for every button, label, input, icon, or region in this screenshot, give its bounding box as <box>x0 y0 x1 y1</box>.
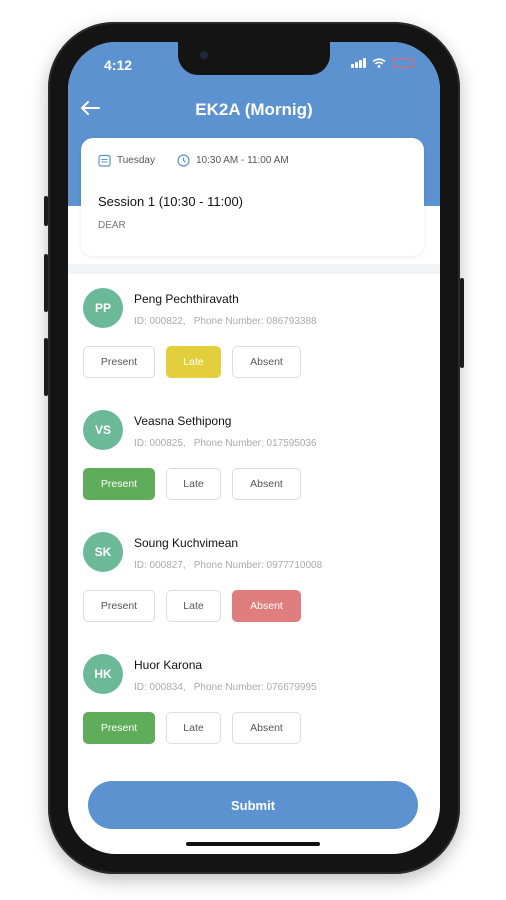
student-row: PP Peng Pechthiravath ID: 000822, Phone N… <box>68 274 440 397</box>
late-button[interactable]: Late <box>166 590 221 622</box>
calendar-icon <box>98 154 111 167</box>
camera-dot <box>200 51 208 59</box>
student-detail: ID: 000827, Phone Number: 0977710008 <box>134 560 322 571</box>
status-time: 4:12 <box>104 57 133 73</box>
student-detail: ID: 000834, Phone Number: 076679995 <box>134 682 317 693</box>
clock-icon <box>177 154 190 167</box>
screen: 4:12 EK2A (Mornig) Tuesday 10:30 AM - 11… <box>68 42 440 854</box>
student-id: ID: 000827, <box>134 560 186 571</box>
power-button <box>460 278 464 368</box>
avatar: VS <box>83 410 123 450</box>
student-name: Veasna Sethipong <box>134 414 232 428</box>
session-subject: DEAR <box>98 220 126 231</box>
student-name: Huor Karona <box>134 658 203 672</box>
absent-button[interactable]: Absent <box>232 590 301 622</box>
avatar: HK <box>83 654 123 694</box>
avatar: PP <box>83 288 123 328</box>
session-info-card: Tuesday 10:30 AM - 11:00 AM Session 1 (1… <box>81 138 424 256</box>
signal-icon <box>351 58 366 68</box>
session-name: Session 1 (10:30 - 11:00) <box>98 194 244 209</box>
day-meta: Tuesday <box>98 154 155 167</box>
time-meta: 10:30 AM - 11:00 AM <box>177 154 289 167</box>
present-button[interactable]: Present <box>83 468 155 500</box>
page-title: EK2A (Mornig) <box>195 100 313 119</box>
session-day: Tuesday <box>117 155 155 166</box>
student-phone: Phone Number: 086793388 <box>193 316 317 327</box>
late-button[interactable]: Late <box>166 346 221 378</box>
present-button[interactable]: Present <box>83 346 155 378</box>
student-name: Peng Pechthiravath <box>134 292 239 306</box>
divider-band <box>68 264 440 274</box>
mute-switch <box>44 196 48 226</box>
late-button[interactable]: Late <box>166 712 221 744</box>
student-phone: Phone Number: 076679995 <box>193 682 317 693</box>
volume-down-button <box>44 338 48 396</box>
status-icons <box>351 58 414 68</box>
student-phone: Phone Number: 0977710008 <box>193 560 323 571</box>
student-detail: ID: 000822, Phone Number: 086793388 <box>134 316 317 327</box>
student-id: ID: 000825, <box>134 438 186 449</box>
late-button[interactable]: Late <box>166 468 221 500</box>
submit-button[interactable]: Submit <box>88 781 418 829</box>
student-id: ID: 000822, <box>134 316 186 327</box>
present-button[interactable]: Present <box>83 712 155 744</box>
present-button[interactable]: Present <box>83 590 155 622</box>
student-detail: ID: 000825, Phone Number: 017595036 <box>134 438 317 449</box>
avatar: SK <box>83 532 123 572</box>
notch <box>178 42 330 75</box>
battery-icon <box>392 58 414 68</box>
session-time-range: 10:30 AM - 11:00 AM <box>196 155 289 166</box>
student-row: HK Huor Karona ID: 000834, Phone Number: … <box>68 640 440 762</box>
student-phone: Phone Number: 017595036 <box>193 438 317 449</box>
absent-button[interactable]: Absent <box>232 468 301 500</box>
home-indicator <box>186 842 320 846</box>
student-row: SK Soung Kuchvimean ID: 000827, Phone Num… <box>68 518 440 641</box>
student-id: ID: 000834, <box>134 682 186 693</box>
student-name: Soung Kuchvimean <box>134 536 239 550</box>
wifi-icon <box>372 58 386 68</box>
student-row: VS Veasna Sethipong ID: 000825, Phone Num… <box>68 396 440 519</box>
volume-up-button <box>44 254 48 312</box>
absent-button[interactable]: Absent <box>232 712 301 744</box>
absent-button[interactable]: Absent <box>232 346 301 378</box>
